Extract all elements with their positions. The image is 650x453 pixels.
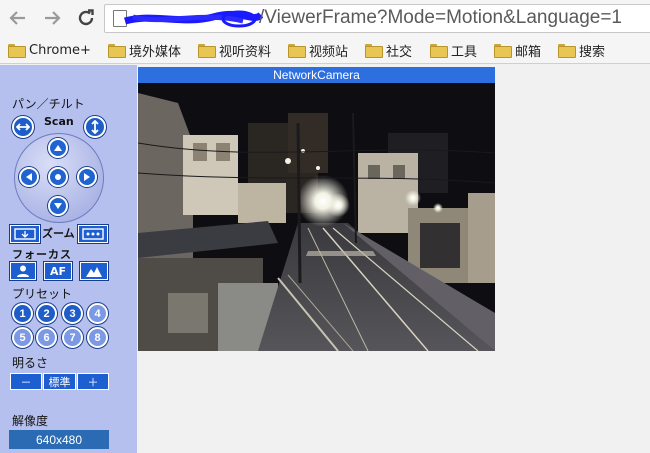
scan-horizontal-button[interactable] bbox=[12, 116, 34, 138]
pan-tilt-label: パン／チルト bbox=[12, 97, 85, 111]
arrow-right-icon bbox=[84, 173, 90, 181]
folder-icon bbox=[558, 44, 576, 58]
brightness-standard-button[interactable]: 標準 bbox=[43, 373, 76, 390]
autofocus-button[interactable]: AF bbox=[44, 262, 72, 280]
center-dot-icon bbox=[55, 174, 61, 180]
bookmark-folder[interactable]: 搜索 bbox=[558, 41, 605, 60]
preset-button-7[interactable]: 7 bbox=[62, 327, 83, 348]
bookmark-folder[interactable]: 视听资料 bbox=[198, 41, 271, 60]
arrow-up-icon bbox=[54, 145, 62, 151]
folder-icon bbox=[8, 44, 26, 58]
preset-button-8[interactable]: 8 bbox=[87, 327, 108, 348]
arrow-down-icon bbox=[54, 203, 62, 209]
tilt-down-button[interactable] bbox=[48, 196, 68, 216]
bookmark-folder[interactable]: 邮箱 bbox=[494, 41, 541, 60]
resolution-value[interactable]: 640x480 bbox=[9, 430, 109, 449]
browser-toolbar: /ViewerFrame?Mode=Motion&Language=1 bbox=[0, 0, 650, 36]
bookmark-folder[interactable]: 境外媒体 bbox=[108, 41, 181, 60]
pan-right-button[interactable] bbox=[77, 167, 97, 187]
url-text: /ViewerFrame?Mode=Motion&Language=1 bbox=[259, 7, 622, 28]
reload-button[interactable] bbox=[74, 6, 98, 30]
zoom-wide-icon bbox=[14, 228, 36, 240]
focus-label: フォーカス bbox=[12, 248, 72, 261]
zoom-label: ズーム bbox=[42, 227, 75, 240]
resolution-label: 解像度 bbox=[12, 414, 49, 428]
folder-icon bbox=[365, 44, 383, 58]
zoom-tele-button[interactable] bbox=[78, 225, 108, 243]
folder-icon bbox=[430, 44, 448, 58]
vertical-arrows-icon bbox=[91, 120, 99, 134]
camera-live-view[interactable] bbox=[138, 83, 495, 351]
zoom-wide-button[interactable] bbox=[10, 225, 40, 243]
bookmark-folder[interactable]: 社交 bbox=[365, 41, 412, 60]
preset-label: プリセット bbox=[12, 287, 73, 301]
back-button[interactable] bbox=[6, 6, 30, 30]
folder-icon bbox=[494, 44, 512, 58]
preset-button-5[interactable]: 5 bbox=[12, 327, 33, 348]
folder-icon bbox=[108, 44, 126, 58]
reload-icon bbox=[78, 9, 94, 26]
preset-button-1[interactable]: 1 bbox=[12, 303, 33, 324]
zoom-tele-icon bbox=[82, 228, 104, 240]
folder-icon bbox=[198, 44, 216, 58]
pan-left-button[interactable] bbox=[19, 167, 39, 187]
focus-far-button[interactable] bbox=[80, 262, 108, 280]
pan-tilt-pad bbox=[14, 133, 104, 223]
horizontal-arrows-icon bbox=[16, 123, 30, 131]
address-bar[interactable]: /ViewerFrame?Mode=Motion&Language=1 bbox=[104, 4, 650, 33]
preset-button-2[interactable]: 2 bbox=[36, 303, 57, 324]
person-icon bbox=[17, 265, 29, 277]
home-position-button[interactable] bbox=[48, 167, 68, 187]
arrow-left-icon bbox=[26, 173, 32, 181]
camera-title-bar: NetworkCamera bbox=[138, 67, 495, 83]
folder-icon bbox=[288, 44, 306, 58]
bookmark-folder[interactable]: 工具 bbox=[430, 41, 477, 60]
scan-label: Scan bbox=[44, 115, 74, 128]
scan-vertical-button[interactable] bbox=[84, 116, 106, 138]
bookmark-folder[interactable]: 视频站 bbox=[288, 41, 348, 60]
control-sidebar: パン／チルト Scan ズーム フォーカス AF プリセット 1 2 3 4 5… bbox=[0, 65, 137, 453]
forward-arrow-icon bbox=[45, 11, 61, 25]
bookmarks-bar: Chrome+ 境外媒体 视听资料 视频站 社交 工具 邮箱 搜索 bbox=[0, 36, 650, 64]
tilt-up-button[interactable] bbox=[48, 138, 68, 158]
preset-button-6[interactable]: 6 bbox=[36, 327, 57, 348]
back-arrow-icon bbox=[9, 11, 25, 25]
redaction-scribble bbox=[124, 10, 263, 28]
viewer-page: パン／チルト Scan ズーム フォーカス AF プリセット 1 2 3 4 5… bbox=[0, 65, 650, 453]
preset-button-4[interactable]: 4 bbox=[87, 303, 108, 324]
forward-button[interactable] bbox=[40, 6, 64, 30]
focus-near-button[interactable] bbox=[10, 262, 36, 280]
mountain-icon bbox=[86, 267, 102, 277]
brightness-label: 明るさ bbox=[12, 356, 49, 370]
brightness-decrease-button[interactable]: － bbox=[10, 373, 42, 390]
preset-button-3[interactable]: 3 bbox=[62, 303, 83, 324]
night-street-image bbox=[138, 83, 495, 351]
brightness-increase-button[interactable]: ＋ bbox=[77, 373, 109, 390]
bookmark-folder[interactable]: Chrome+ bbox=[8, 41, 91, 59]
